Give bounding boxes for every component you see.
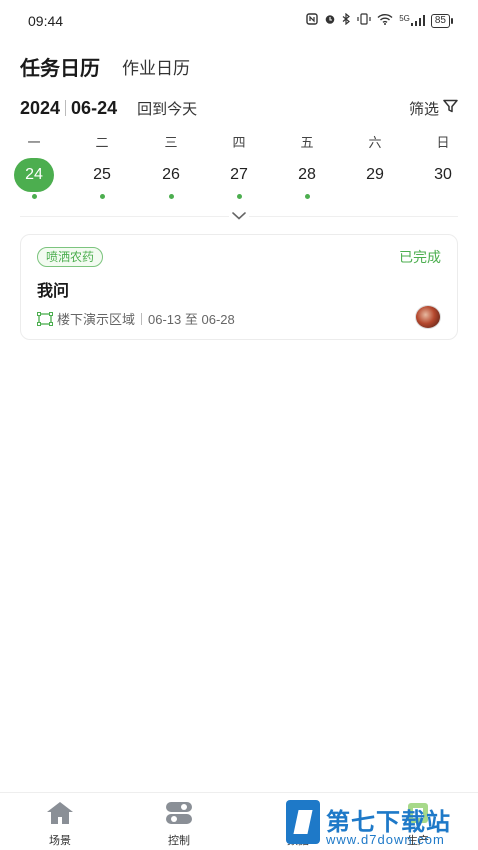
task-title: 我问 (37, 283, 70, 300)
day-cell[interactable]: 30 (423, 158, 463, 192)
watermark-url: www.d7down.com (326, 832, 445, 847)
tab-task-calendar[interactable]: 任务日历 (20, 52, 100, 83)
battery-indicator: 85 (430, 13, 454, 28)
week-days-row: 24 25 26 27 28 29 30 (0, 158, 478, 202)
day-cell[interactable]: 26 (151, 158, 191, 199)
task-type-tag: 喷洒农药 (37, 247, 104, 267)
filter-icon (443, 99, 458, 117)
tab-work-calendar-label: 作业日历 (122, 59, 190, 78)
task-indicator-dot (32, 194, 37, 199)
day-cell[interactable]: 28 (287, 158, 327, 199)
nfc-icon (306, 13, 318, 28)
day-number: 30 (434, 166, 452, 183)
network-label: 5G (399, 14, 410, 23)
date-bar: 2024 06-24 回到今天 筛选 (20, 96, 458, 120)
day-cell[interactable]: 25 (82, 158, 122, 199)
date-separator (65, 100, 67, 116)
task-indicator-dot (100, 194, 105, 199)
day-number: 27 (230, 166, 248, 183)
task-indicator-dot (237, 194, 242, 199)
day-number: 29 (366, 166, 384, 183)
task-card[interactable]: 喷洒农药 已完成 我问 楼下演示区域 06-13 至 06-28 (20, 234, 458, 340)
day-number: 25 (93, 166, 111, 183)
status-time: 09:44 (28, 13, 64, 29)
nav-item-control[interactable]: 控制 (139, 801, 219, 848)
back-to-today-button[interactable]: 回到今天 (137, 98, 197, 119)
weekday-label: 二 (95, 135, 109, 150)
day-cell[interactable]: 27 (219, 158, 259, 199)
area-icon (37, 311, 53, 326)
task-meta: 楼下演示区域 06-13 至 06-28 (37, 309, 235, 328)
tab-task-calendar-label: 任务日历 (20, 58, 100, 80)
status-icons: 5G 85 (306, 12, 454, 28)
day-number: 26 (162, 166, 180, 183)
day-cell[interactable]: 29 (355, 158, 395, 192)
weekday-label: 三 (164, 135, 178, 150)
signal-icon: 5G (399, 15, 425, 26)
tab-work-calendar[interactable]: 作业日历 (122, 54, 190, 81)
task-date-range: 06-13 至 06-28 (148, 312, 235, 327)
meta-separator (141, 312, 143, 325)
filter-button[interactable]: 筛选 (409, 98, 458, 119)
task-indicator-dot (169, 194, 174, 199)
day-number: 28 (298, 166, 316, 183)
weekday-label: 日 (436, 135, 450, 150)
day-cell[interactable]: 24 (14, 158, 54, 199)
expand-calendar-button[interactable] (229, 208, 249, 224)
task-area: 楼下演示区域 (57, 312, 136, 327)
current-year[interactable]: 2024 (20, 98, 60, 119)
current-month-day[interactable]: 06-24 (71, 98, 117, 119)
day-number: 24 (14, 158, 54, 192)
nav-label: 场景 (49, 835, 71, 847)
chevron-down-icon (232, 207, 246, 225)
bluetooth-icon (342, 12, 351, 28)
weekday-label: 六 (368, 135, 382, 150)
status-bar: 09:44 5G 85 (0, 0, 478, 40)
avatar (415, 305, 441, 329)
home-icon (45, 802, 75, 829)
toggle-icon (165, 802, 193, 829)
weekday-label: 一 (27, 135, 41, 150)
task-status: 已完成 (399, 249, 441, 265)
nav-label: 控制 (168, 835, 190, 847)
alarm-icon (324, 13, 336, 28)
weekday-header: 一 二 三 四 五 六 日 (0, 132, 478, 152)
calendar-tabs: 任务日历 作业日历 (20, 52, 190, 83)
filter-label: 筛选 (408, 100, 439, 118)
watermark-logo (286, 800, 320, 844)
nav-item-scene[interactable]: 场景 (20, 801, 100, 848)
wifi-icon (377, 13, 393, 28)
task-indicator-dot (305, 194, 310, 199)
watermark: 第七下载站 www.d7down.com (286, 800, 478, 850)
weekday-label: 五 (300, 135, 314, 150)
vibrate-icon (357, 13, 371, 28)
weekday-label: 四 (232, 135, 246, 150)
